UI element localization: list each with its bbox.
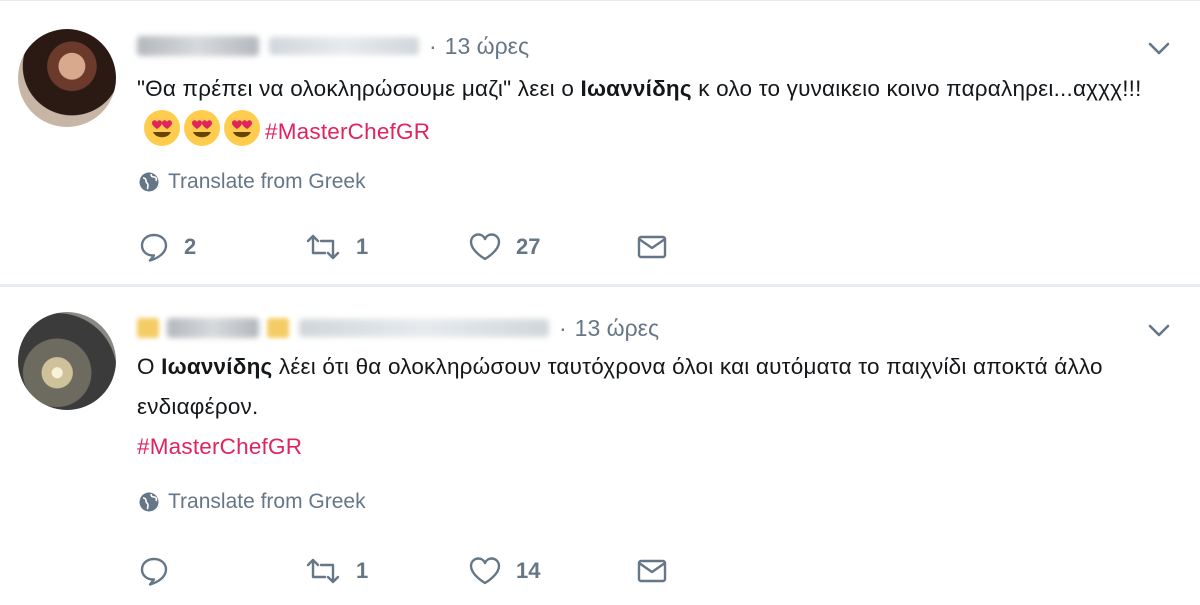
- tweet-text: "Θα πρέπει να ολοκληρώσουμε μαζι" λεει ο…: [137, 69, 1177, 152]
- heart-icon: [469, 233, 501, 261]
- chevron-down-icon[interactable]: [1146, 317, 1172, 343]
- hashtag-link[interactable]: #MasterChefGR: [265, 119, 430, 144]
- tweet-text-part: κ ολο το γυναικειο κοινο παραληρει...αχχ…: [691, 76, 1142, 101]
- retweet-button[interactable]: 1: [304, 231, 368, 263]
- separator-dot: ·: [429, 32, 437, 59]
- translate-label: Translate from Greek: [168, 490, 366, 513]
- like-count: 14: [516, 558, 541, 583]
- blurred-emoji: [137, 318, 159, 338]
- blurred-display-name[interactable]: [167, 318, 259, 338]
- envelope-icon: [637, 235, 667, 259]
- emoji-group: [143, 109, 261, 147]
- tweet-header: · 13 ώρες: [137, 31, 529, 61]
- translate-link[interactable]: Translate from Greek: [138, 490, 366, 514]
- tweet-text-part: λέει ότι θα ολοκληρώσουν ταυτόχρονα όλοι…: [137, 354, 1103, 419]
- retweet-icon: [306, 234, 340, 260]
- avatar[interactable]: [18, 29, 116, 127]
- blurred-display-name[interactable]: [137, 36, 259, 56]
- reply-button[interactable]: [138, 555, 184, 587]
- heart-eyes-emoji: [184, 110, 220, 146]
- tweet-text-bold: Ιωαννίδης: [580, 76, 692, 101]
- globe-icon: [139, 172, 159, 192]
- tweet-timestamp[interactable]: 13 ώρες: [445, 33, 529, 60]
- blurred-emoji: [267, 318, 289, 338]
- reply-count: 2: [184, 234, 197, 259]
- tweet-timestamp[interactable]: 13 ώρες: [575, 315, 659, 342]
- reply-icon: [140, 233, 168, 262]
- blurred-username[interactable]: [269, 37, 419, 55]
- like-button[interactable]: 27: [468, 231, 540, 263]
- direct-message-button[interactable]: [636, 555, 668, 587]
- heart-icon: [469, 557, 501, 585]
- tweet[interactable]: · 13 ώρες Ο Ιωαννίδης λέει ότι θα ολοκλη…: [0, 286, 1200, 605]
- envelope-icon: [637, 559, 667, 583]
- hashtag-link[interactable]: #MasterChefGR: [137, 434, 302, 459]
- tweet-text: Ο Ιωαννίδης λέει ότι θα ολοκληρώσουν ταυ…: [137, 347, 1177, 467]
- tweet-text-part: "Θα πρέπει να ολοκληρώσουμε μαζι" λεει ο: [137, 76, 581, 101]
- heart-eyes-emoji: [224, 110, 260, 146]
- direct-message-button[interactable]: [636, 231, 668, 263]
- like-button[interactable]: 14: [468, 555, 540, 587]
- tweet-text-bold: Ιωαννίδης: [161, 354, 273, 379]
- heart-eyes-emoji: [144, 110, 180, 146]
- avatar[interactable]: [18, 312, 116, 410]
- retweet-button[interactable]: 1: [304, 555, 368, 587]
- chevron-down-icon[interactable]: [1146, 35, 1172, 61]
- retweet-icon: [306, 558, 340, 584]
- translate-label: Translate from Greek: [168, 170, 366, 193]
- separator-dot: ·: [559, 314, 567, 341]
- reply-button[interactable]: 2: [138, 231, 196, 263]
- globe-icon: [139, 492, 159, 512]
- retweet-count: 1: [356, 558, 369, 583]
- like-count: 27: [516, 234, 541, 259]
- tweet-header: · 13 ώρες: [137, 313, 659, 343]
- retweet-count: 1: [356, 234, 369, 259]
- tweet-text-part: Ο: [137, 354, 162, 379]
- blurred-username[interactable]: [299, 319, 549, 337]
- tweet[interactable]: · 13 ώρες "Θα πρέπει να ολοκληρώσουμε μα…: [0, 0, 1200, 285]
- reply-icon: [140, 557, 168, 586]
- translate-link[interactable]: Translate from Greek: [138, 170, 366, 194]
